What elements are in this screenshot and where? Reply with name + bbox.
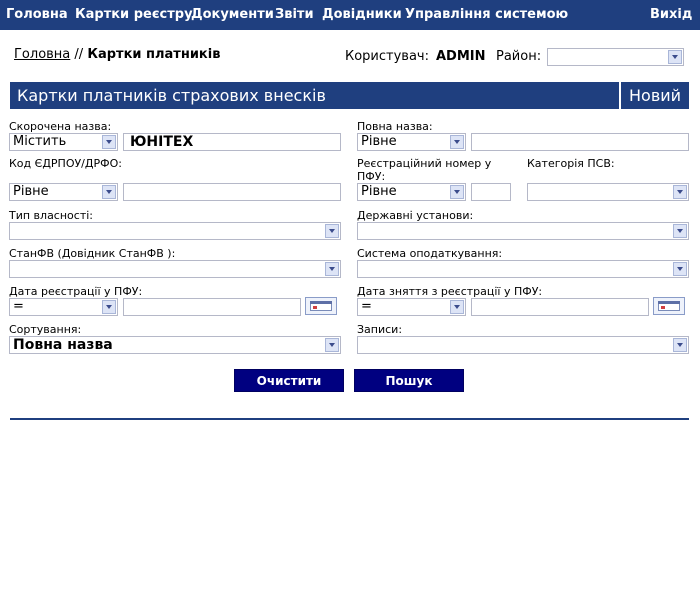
search-button[interactable]: Пошук <box>354 369 464 392</box>
nav-item-register-cards[interactable]: Картки реєстру <box>75 7 193 22</box>
header-divider <box>619 82 621 109</box>
breadcrumb-home-link[interactable]: Головна <box>14 47 70 62</box>
reg-date-input[interactable] <box>123 298 301 316</box>
pfu-reg-label-line2: ПФУ: <box>357 170 386 183</box>
edrpou-label: Код ЄДРПОУ/ДРФО: <box>9 157 122 170</box>
full-name-label: Повна назва: <box>357 120 433 133</box>
edrpou-input[interactable] <box>123 183 341 201</box>
page-header-bar: Картки платників страхових внесків Новий <box>10 82 689 109</box>
nav-item-documents[interactable]: Документи <box>191 7 274 22</box>
chevron-down-icon <box>673 338 687 352</box>
sorting-label: Сортування: <box>9 323 82 336</box>
chevron-down-icon <box>668 50 682 64</box>
chevron-down-icon <box>673 185 687 199</box>
chevron-down-icon <box>325 262 339 276</box>
records-label: Записи: <box>357 323 403 336</box>
calendar-icon[interactable] <box>305 297 337 315</box>
breadcrumb-current: Картки платників <box>87 47 221 62</box>
ownership-label: Тип власності: <box>9 209 93 222</box>
logout-link[interactable]: Вихід <box>650 7 692 22</box>
nav-item-directories[interactable]: Довідники <box>322 7 402 22</box>
page-title: Картки платників страхових внесків <box>17 86 326 105</box>
chevron-down-icon <box>673 224 687 238</box>
district-select[interactable] <box>547 48 684 66</box>
calendar-icon[interactable] <box>653 297 685 315</box>
reg-date-operator-select[interactable]: = <box>9 298 118 316</box>
pfu-reg-input[interactable] <box>471 183 511 201</box>
short-name-label: Скорочена назва: <box>9 120 112 133</box>
full-name-operator-select[interactable]: Рівне <box>357 133 466 151</box>
short-name-input[interactable]: ЮНІТЕХ <box>123 133 341 151</box>
nav-item-system-management[interactable]: Управління системою <box>405 7 568 22</box>
chevron-down-icon <box>102 135 116 149</box>
nav-item-reports[interactable]: Звіти <box>275 7 314 22</box>
unreg-date-operator-select[interactable]: = <box>357 298 466 316</box>
state-institutions-select[interactable] <box>357 222 689 240</box>
top-nav: Головна Картки реєстру Документи Звіти Д… <box>0 0 700 30</box>
chevron-down-icon <box>102 185 116 199</box>
chevron-down-icon <box>450 300 464 314</box>
edrpou-operator-select[interactable]: Рівне <box>9 183 118 201</box>
divider <box>10 418 689 420</box>
psv-category-select[interactable] <box>527 183 689 201</box>
short-name-operator-select[interactable]: Містить <box>9 133 118 151</box>
chevron-down-icon <box>450 185 464 199</box>
unreg-date-label: Дата зняття з реєстрації у ПФУ: <box>357 285 543 298</box>
breadcrumb: Головна // Картки платників <box>14 47 220 62</box>
ownership-select[interactable] <box>9 222 341 240</box>
records-select[interactable] <box>357 336 689 354</box>
state-institutions-label: Державні установи: <box>357 209 474 222</box>
chevron-down-icon <box>450 135 464 149</box>
pfu-reg-label-line1: Реєстраційний номер у <box>357 157 492 170</box>
pfu-reg-operator-select[interactable]: Рівне <box>357 183 466 201</box>
tax-system-select[interactable] <box>357 260 689 278</box>
new-button[interactable]: Новий <box>629 86 681 105</box>
clear-button[interactable]: Очистити <box>234 369 344 392</box>
full-name-input[interactable] <box>471 133 689 151</box>
chevron-down-icon <box>325 224 339 238</box>
unreg-date-input[interactable] <box>471 298 649 316</box>
sorting-select[interactable]: Повна назва <box>9 336 341 354</box>
user-name: ADMIN <box>436 49 486 64</box>
district-label: Район: <box>496 49 542 64</box>
psv-category-label: Категорія ПСВ: <box>527 157 615 170</box>
chevron-down-icon <box>102 300 116 314</box>
stanfv-label: СтанФВ (Довідник СтанФВ ): <box>9 247 176 260</box>
nav-item-home[interactable]: Головна <box>6 7 68 22</box>
user-label: Користувач: <box>345 49 429 64</box>
chevron-down-icon <box>673 262 687 276</box>
reg-date-label: Дата реєстрації у ПФУ: <box>9 285 143 298</box>
breadcrumb-separator: // <box>74 47 84 62</box>
tax-system-label: Система оподаткування: <box>357 247 503 260</box>
stanfv-select[interactable] <box>9 260 341 278</box>
chevron-down-icon <box>325 338 339 352</box>
